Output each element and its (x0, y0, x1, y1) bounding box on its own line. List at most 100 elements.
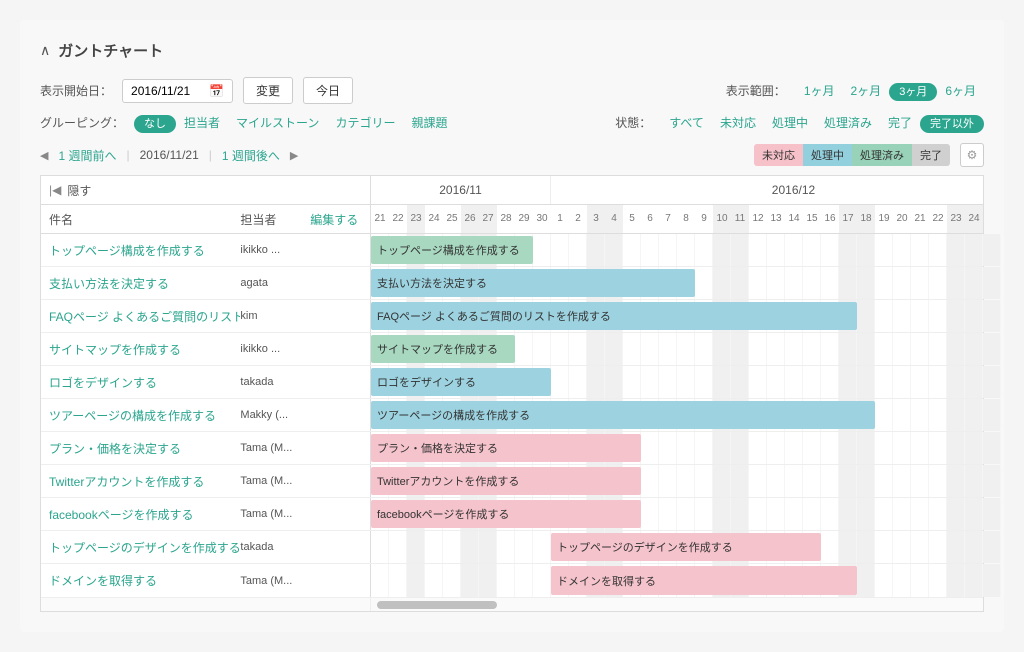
task-name-link[interactable]: プラン・価格を決定する (41, 432, 240, 464)
gantt-bar[interactable]: ロゴをデザインする (371, 368, 551, 396)
task-assignee: ikikko ... (240, 333, 310, 365)
task-name-link[interactable]: facebookページを作成する (41, 498, 240, 530)
task-row: ツアーページの構成を作成するMakky (...ツアーページの構成を作成する (41, 399, 983, 432)
day-header: 12 (749, 205, 767, 233)
task-assignee: takada (240, 531, 310, 563)
status-option[interactable]: 完了以外 (920, 115, 984, 133)
task-row: facebookページを作成するTama (M...facebookページを作成… (41, 498, 983, 531)
status-option[interactable]: すべて (661, 112, 712, 134)
grouping-label: グルーピング： (40, 114, 124, 131)
task-name-link[interactable]: ツアーページの構成を作成する (41, 399, 240, 431)
day-header: 4 (605, 205, 623, 233)
start-date-label: 表示開始日： (40, 82, 112, 99)
status-option[interactable]: 処理中 (764, 112, 816, 134)
gantt-bar[interactable]: ドメインを取得する (551, 566, 857, 595)
range-label: 表示範囲： (726, 82, 786, 99)
task-row: ドメインを取得するTama (M...ドメインを取得する (41, 564, 983, 597)
grouping-option[interactable]: マイルストーン (228, 112, 327, 134)
task-row: トップページのデザインを作成するtakadaトップページのデザインを作成する (41, 531, 983, 564)
task-row: 支払い方法を決定するagata支払い方法を決定する (41, 267, 983, 300)
task-row: FAQページ よくあるご質問のリスト...kimFAQページ よくあるご質問のリ… (41, 300, 983, 333)
day-header: 30 (533, 205, 551, 233)
day-header: 23 (947, 205, 965, 233)
gantt-bar[interactable]: FAQページ よくあるご質問のリストを作成する (371, 302, 857, 330)
day-header: 18 (857, 205, 875, 233)
gantt-bar[interactable]: プラン・価格を決定する (371, 434, 641, 462)
task-name-link[interactable]: Twitterアカウントを作成する (41, 465, 240, 497)
nav-current-date: 2016/11/21 (140, 148, 199, 162)
status-option[interactable]: 完了 (880, 112, 920, 134)
gantt-chart: |◀ 隠す 2016/112016/12 件名 担当者 編集する 2122232… (40, 175, 984, 612)
task-name-link[interactable]: ドメインを取得する (41, 564, 240, 597)
task-name-link[interactable]: トップページ構成を作成する (41, 234, 240, 266)
task-assignee: Tama (M... (240, 498, 310, 530)
status-option[interactable]: 処理済み (816, 112, 880, 134)
day-header: 7 (659, 205, 677, 233)
status-legend: 未対応 処理中 処理済み 完了 (754, 144, 950, 166)
chevron-right-icon[interactable]: ▶ (290, 149, 298, 162)
range-option[interactable]: 3ヶ月 (889, 83, 937, 101)
month-header: 2016/11 (371, 176, 551, 204)
gantt-bar[interactable]: ツアーページの構成を作成する (371, 401, 875, 429)
gantt-bar[interactable]: サイトマップを作成する (371, 335, 515, 363)
calendar-icon[interactable]: 📅 (209, 84, 224, 98)
month-header: 2016/12 (551, 176, 1024, 204)
legend-pink: 未対応 (754, 144, 803, 166)
day-header: 21 (911, 205, 929, 233)
hide-link[interactable]: 隠す (67, 182, 91, 199)
day-header: 23 (407, 205, 425, 233)
collapse-icon[interactable]: ∧ (40, 42, 50, 59)
grouping-option[interactable]: 親課題 (403, 112, 455, 134)
task-name-link[interactable]: 支払い方法を決定する (41, 267, 240, 299)
task-row: プラン・価格を決定するTama (M...プラン・価格を決定する (41, 432, 983, 465)
prev-week-link[interactable]: 1 週間前へ (58, 147, 116, 164)
range-option[interactable]: 2ヶ月 (843, 80, 890, 102)
change-button[interactable]: 変更 (243, 77, 293, 104)
task-row: Twitterアカウントを作成するTama (M...Twitterアカウントを… (41, 465, 983, 498)
task-row: トップページ構成を作成するikikko ...トップページ構成を作成する (41, 234, 983, 267)
gear-icon[interactable]: ⚙ (960, 143, 984, 167)
day-header: 27 (479, 205, 497, 233)
day-header: 25 (443, 205, 461, 233)
day-header: 19 (875, 205, 893, 233)
horizontal-scrollbar[interactable] (41, 597, 983, 611)
task-name-link[interactable]: FAQページ よくあるご質問のリスト... (41, 300, 240, 332)
task-assignee: Makky (... (240, 399, 310, 431)
task-assignee: Tama (M... (240, 432, 310, 464)
task-name-link[interactable]: トップページのデザインを作成する (41, 531, 240, 563)
next-week-link[interactable]: 1 週間後へ (222, 147, 280, 164)
day-header: 20 (893, 205, 911, 233)
day-header: 5 (623, 205, 641, 233)
today-button[interactable]: 今日 (303, 77, 353, 104)
gantt-bar[interactable]: トップページ構成を作成する (371, 236, 533, 264)
gantt-bar[interactable]: 支払い方法を決定する (371, 269, 695, 297)
gantt-bar[interactable]: facebookページを作成する (371, 500, 641, 528)
day-header: 26 (461, 205, 479, 233)
day-header: 22 (389, 205, 407, 233)
task-assignee: Tama (M... (240, 465, 310, 497)
day-header: 22 (929, 205, 947, 233)
day-header: 21 (371, 205, 389, 233)
task-name-link[interactable]: ロゴをデザインする (41, 366, 240, 398)
grouping-option[interactable]: なし (134, 115, 176, 133)
task-name-link[interactable]: サイトマップを作成する (41, 333, 240, 365)
day-header: 24 (425, 205, 443, 233)
day-header: 17 (839, 205, 857, 233)
range-option[interactable]: 6ヶ月 (937, 80, 984, 102)
start-date-field[interactable] (131, 84, 203, 98)
grouping-option[interactable]: カテゴリー (327, 112, 403, 134)
task-assignee: Tama (M... (240, 564, 310, 597)
task-assignee: agata (240, 267, 310, 299)
day-header: 2 (569, 205, 587, 233)
column-header-edit[interactable]: 編集する (310, 211, 370, 228)
chevron-left-icon[interactable]: ◀ (40, 149, 48, 162)
range-option[interactable]: 1ヶ月 (796, 80, 843, 102)
collapse-left-icon[interactable]: |◀ (49, 183, 61, 197)
day-header: 3 (587, 205, 605, 233)
gantt-bar[interactable]: Twitterアカウントを作成する (371, 467, 641, 495)
status-option[interactable]: 未対応 (712, 112, 764, 134)
start-date-input[interactable]: 📅 (122, 79, 233, 103)
gantt-bar[interactable]: トップページのデザインを作成する (551, 533, 821, 561)
grouping-option[interactable]: 担当者 (176, 112, 228, 134)
day-header: 13 (767, 205, 785, 233)
